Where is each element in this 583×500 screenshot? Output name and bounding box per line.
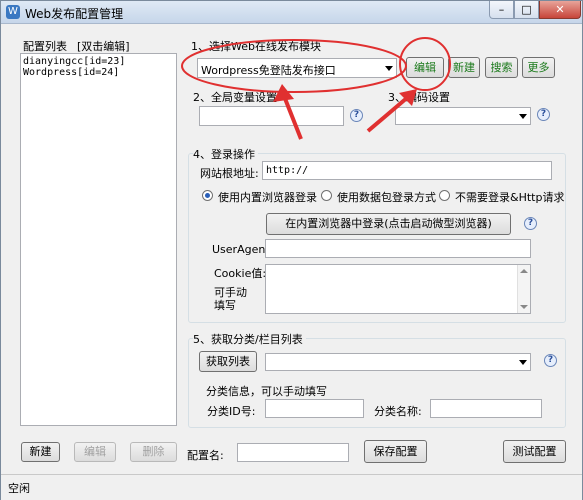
category-name-input[interactable]	[430, 399, 542, 418]
radio-no-login-label[interactable]: 不需要登录&Http请求	[455, 189, 564, 205]
encoding-select[interactable]	[395, 107, 531, 125]
edit-config-button[interactable]: 编辑	[74, 442, 116, 462]
fetch-list-button[interactable]: 获取列表	[199, 351, 257, 372]
category-id-input[interactable]	[265, 399, 364, 418]
scroll-down-icon[interactable]	[520, 305, 528, 309]
module-section-label: 1、选择Web在线发布模块	[191, 40, 321, 53]
category-select[interactable]	[265, 353, 531, 371]
module-select[interactable]: Wordpress免登陆发布接口	[197, 58, 397, 78]
chevron-down-icon	[519, 360, 527, 365]
config-name-label: 配置名:	[187, 449, 224, 462]
chevron-down-icon	[385, 66, 393, 71]
test-config-button[interactable]: 测试配置	[503, 440, 566, 463]
chevron-down-icon	[519, 114, 527, 119]
global-vars-label: 2、全局变量设置	[193, 91, 277, 104]
radio-builtin-browser-label[interactable]: 使用内置浏览器登录	[218, 189, 317, 205]
category-name-label: 分类名称:	[374, 405, 422, 418]
save-config-button[interactable]: 保存配置	[364, 440, 427, 463]
root-url-input[interactable]: http://	[262, 161, 552, 180]
builtin-browser-login-button[interactable]: 在内置浏览器中登录(点击启动微型浏览器)	[266, 213, 511, 235]
edit-module-button[interactable]: 编辑	[406, 57, 444, 78]
module-select-value: Wordpress免登陆发布接口	[201, 64, 336, 77]
encoding-label: 3、编码设置	[388, 91, 450, 104]
config-list-label: 配置列表	[23, 40, 67, 53]
help-question-icon[interactable]: ?	[524, 217, 537, 230]
cookie-hint: 可手动填写	[214, 286, 247, 312]
status-bar: 空闲	[1, 474, 582, 500]
maximize-button[interactable]: □	[514, 1, 539, 19]
radio-packet-login-label[interactable]: 使用数据包登录方式	[337, 189, 436, 205]
list-item[interactable]: dianyingcc[id=23]	[23, 56, 125, 67]
global-vars-input[interactable]	[199, 106, 344, 126]
new-module-button[interactable]: 新建	[448, 57, 480, 78]
minimize-button[interactable]: –	[489, 1, 514, 19]
help-question-icon[interactable]: ?	[350, 109, 363, 122]
list-item[interactable]: Wordpress[id=24]	[23, 67, 119, 78]
help-question-icon[interactable]: ?	[544, 354, 557, 367]
config-name-input[interactable]	[237, 443, 349, 462]
app-window-icon: W	[6, 5, 20, 19]
login-section-label: 4、登录操作	[193, 146, 258, 162]
radio-no-login[interactable]	[439, 190, 450, 201]
cookie-scrollbar[interactable]	[517, 265, 530, 313]
search-module-button[interactable]: 搜索	[485, 57, 518, 78]
radio-packet-login[interactable]	[321, 190, 332, 201]
config-list[interactable]: dianyingcc[id=23] Wordpress[id=24]	[20, 53, 177, 426]
cookie-label: Cookie值:	[214, 267, 267, 280]
root-url-label: 网站根地址:	[200, 167, 259, 180]
scroll-up-icon[interactable]	[520, 269, 528, 273]
category-id-label: 分类ID号:	[207, 405, 256, 418]
delete-config-button[interactable]: 删除	[130, 442, 177, 462]
close-button[interactable]: ✕	[539, 1, 581, 19]
category-info-label: 分类信息，可以手动填写	[206, 385, 327, 398]
config-list-hint: [双击编辑]	[77, 40, 130, 53]
radio-builtin-browser[interactable]	[202, 190, 213, 201]
new-config-button[interactable]: 新建	[21, 442, 60, 462]
category-section-label: 5、获取分类/栏目列表	[193, 331, 306, 347]
title-bar: W Web发布配置管理 – □ ✕	[1, 1, 582, 24]
window-title: Web发布配置管理	[25, 7, 124, 21]
status-text: 空闲	[8, 482, 30, 495]
more-module-button[interactable]: 更多	[522, 57, 555, 78]
main-window: W Web发布配置管理 – □ ✕ 配置列表 [双击编辑] dianyingcc…	[0, 0, 583, 500]
help-question-icon[interactable]: ?	[537, 108, 550, 121]
cookie-textarea[interactable]	[265, 264, 531, 314]
useragent-input[interactable]	[265, 239, 531, 258]
useragent-label: UserAgent	[212, 243, 270, 256]
